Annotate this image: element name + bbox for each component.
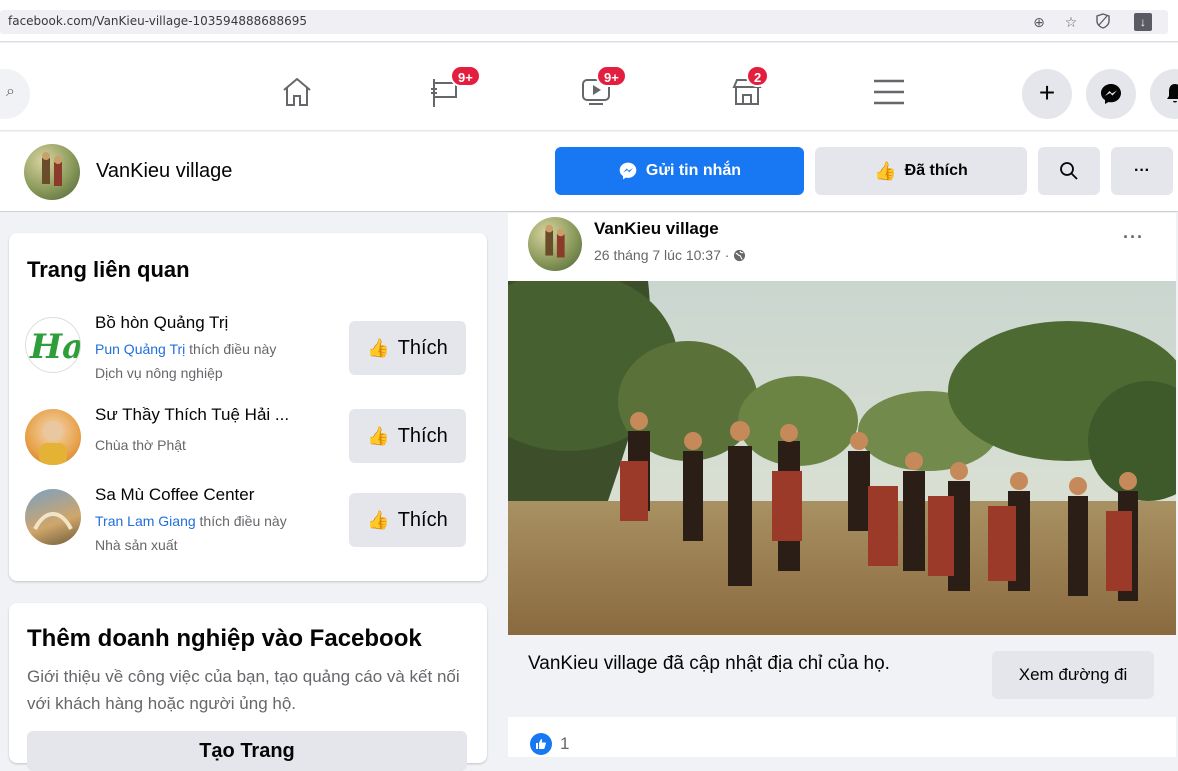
liker-suffix: thích điều này	[185, 341, 277, 357]
page-name[interactable]: VanKieu village	[96, 160, 232, 183]
post-caption: VanKieu village đã cập nhật địa chỉ của …	[528, 653, 890, 674]
notifications-button[interactable]	[1150, 69, 1178, 119]
add-business-card: Thêm doanh nghiệp vào Facebook Giới thiệ…	[9, 603, 487, 771]
url-field[interactable]: facebook.com/VanKieu-village-10359488868…	[0, 10, 1168, 34]
page-more-button[interactable]: ···	[1111, 147, 1173, 195]
directions-button[interactable]: Xem đường đi	[992, 651, 1154, 699]
send-message-label: Gửi tin nhắn	[645, 162, 742, 179]
post-more-button[interactable]: ···	[1123, 227, 1144, 248]
shield-icon[interactable]	[1094, 13, 1112, 31]
messenger-button[interactable]	[1086, 69, 1136, 119]
post-time[interactable]: 26 tháng 7 lúc 10:37 ·	[594, 247, 729, 263]
page-avatar[interactable]	[24, 144, 80, 200]
zoom-icon[interactable]: ⊕	[1030, 13, 1048, 31]
photo-scene	[508, 281, 1176, 635]
liked-label: Đã thích	[904, 162, 968, 179]
notification-badge: 9+	[450, 65, 481, 87]
like-button[interactable]: 👍 Thích	[349, 409, 466, 463]
page-search-button[interactable]	[1038, 147, 1100, 195]
reaction-count: 1	[560, 734, 570, 753]
related-page-item: Ha Bồ hòn Quảng Trị Pun Quảng Trị thích …	[9, 313, 487, 399]
tab-marketplace[interactable]: 2	[716, 65, 776, 119]
post: VanKieu village 26 tháng 7 lúc 10:37 · ·…	[508, 213, 1176, 757]
bell-icon	[1167, 84, 1178, 103]
related-page-category: Chùa thờ Phật	[95, 437, 186, 453]
related-page-avatar[interactable]	[25, 409, 81, 465]
like-label: Thích	[397, 508, 448, 531]
post-author-avatar[interactable]	[528, 217, 582, 271]
notification-badge: 2	[746, 65, 770, 87]
post-reactions[interactable]: 1	[530, 733, 569, 755]
thumbs-up-icon: 👍	[367, 337, 390, 358]
related-page-liker: Tran Lam Giang thích điều này	[95, 513, 287, 529]
like-reaction-icon	[530, 733, 552, 755]
like-button[interactable]: 👍 Thích	[349, 493, 466, 547]
send-message-button[interactable]: Gửi tin nhắn	[555, 147, 804, 195]
browser-address-bar: facebook.com/VanKieu-village-10359488868…	[0, 0, 1178, 42]
like-button[interactable]: 👍 Thích	[349, 321, 466, 375]
svg-text:Ha: Ha	[29, 327, 81, 367]
star-icon[interactable]: ☆	[1062, 13, 1080, 31]
search-icon	[1060, 162, 1078, 180]
plus-icon: +	[1038, 77, 1056, 108]
tab-menu[interactable]	[858, 67, 918, 119]
liked-button[interactable]: 👍 Đã thích	[815, 147, 1027, 195]
related-page-name[interactable]: Bồ hòn Quảng Trị	[95, 313, 228, 333]
tab-watch[interactable]: 9+	[566, 65, 627, 119]
related-page-category: Nhà sản xuất	[95, 537, 178, 553]
thumbs-up-icon: 👍	[367, 509, 390, 530]
home-icon	[283, 77, 311, 106]
liker-link[interactable]: Pun Quảng Trị	[95, 341, 185, 357]
related-pages-title: Trang liên quan	[27, 257, 190, 282]
messenger-icon	[619, 162, 637, 180]
notification-badge: 9+	[596, 65, 627, 87]
related-page-item: Sa Mù Coffee Center Tran Lam Giang thích…	[9, 485, 487, 571]
url-text[interactable]: facebook.com/VanKieu-village-10359488868…	[8, 14, 307, 28]
globe-icon	[734, 249, 746, 262]
related-page-item: Sư Thầy Thích Tuệ Hải ... Chùa thờ Phật …	[9, 405, 487, 491]
post-timestamp[interactable]: 26 tháng 7 lúc 10:37 ·	[594, 247, 746, 263]
page-header: VanKieu village Gửi tin nhắn 👍 Đã thích …	[0, 132, 1178, 212]
create-page-button[interactable]: Tạo Trang	[27, 731, 467, 771]
search-icon: ⌕	[6, 83, 15, 100]
like-label: Thích	[397, 336, 448, 359]
messenger-icon	[1101, 84, 1121, 104]
related-page-category: Dịch vụ nông nghiệp	[95, 365, 223, 381]
post-photo[interactable]	[508, 281, 1176, 635]
search-button[interactable]: ⌕	[0, 69, 30, 119]
create-button[interactable]: +	[1022, 69, 1072, 119]
facebook-top-nav: ⌕ 9+ 9+ 2 +	[0, 43, 1178, 131]
post-caption-area: VanKieu village đã cập nhật địa chỉ của …	[508, 635, 1176, 717]
like-label: Thích	[397, 424, 448, 447]
related-page-avatar[interactable]	[25, 489, 81, 545]
tab-pages[interactable]: 9+	[416, 65, 481, 119]
related-page-name[interactable]: Sư Thầy Thích Tuệ Hải ...	[95, 405, 289, 425]
tab-home[interactable]	[266, 67, 326, 119]
download-icon[interactable]: ↓	[1134, 13, 1152, 31]
add-business-title: Thêm doanh nghiệp vào Facebook	[27, 625, 422, 652]
more-icon: ···	[1134, 162, 1150, 179]
menu-icon	[874, 79, 904, 105]
liker-link[interactable]: Tran Lam Giang	[95, 513, 196, 529]
liker-suffix: thích điều này	[195, 513, 287, 529]
related-page-liker: Pun Quảng Trị thích điều này	[95, 341, 276, 357]
thumbs-up-icon: 👍	[874, 160, 897, 181]
related-page-name[interactable]: Sa Mù Coffee Center	[95, 485, 254, 505]
add-business-description: Giới thiệu về công việc của bạn, tạo quả…	[27, 667, 460, 713]
related-pages-card: Trang liên quan Ha Bồ hòn Quảng Trị Pun …	[9, 233, 487, 581]
post-author[interactable]: VanKieu village	[594, 219, 719, 239]
related-page-avatar[interactable]: Ha	[25, 317, 81, 373]
thumbs-up-icon: 👍	[367, 425, 390, 446]
